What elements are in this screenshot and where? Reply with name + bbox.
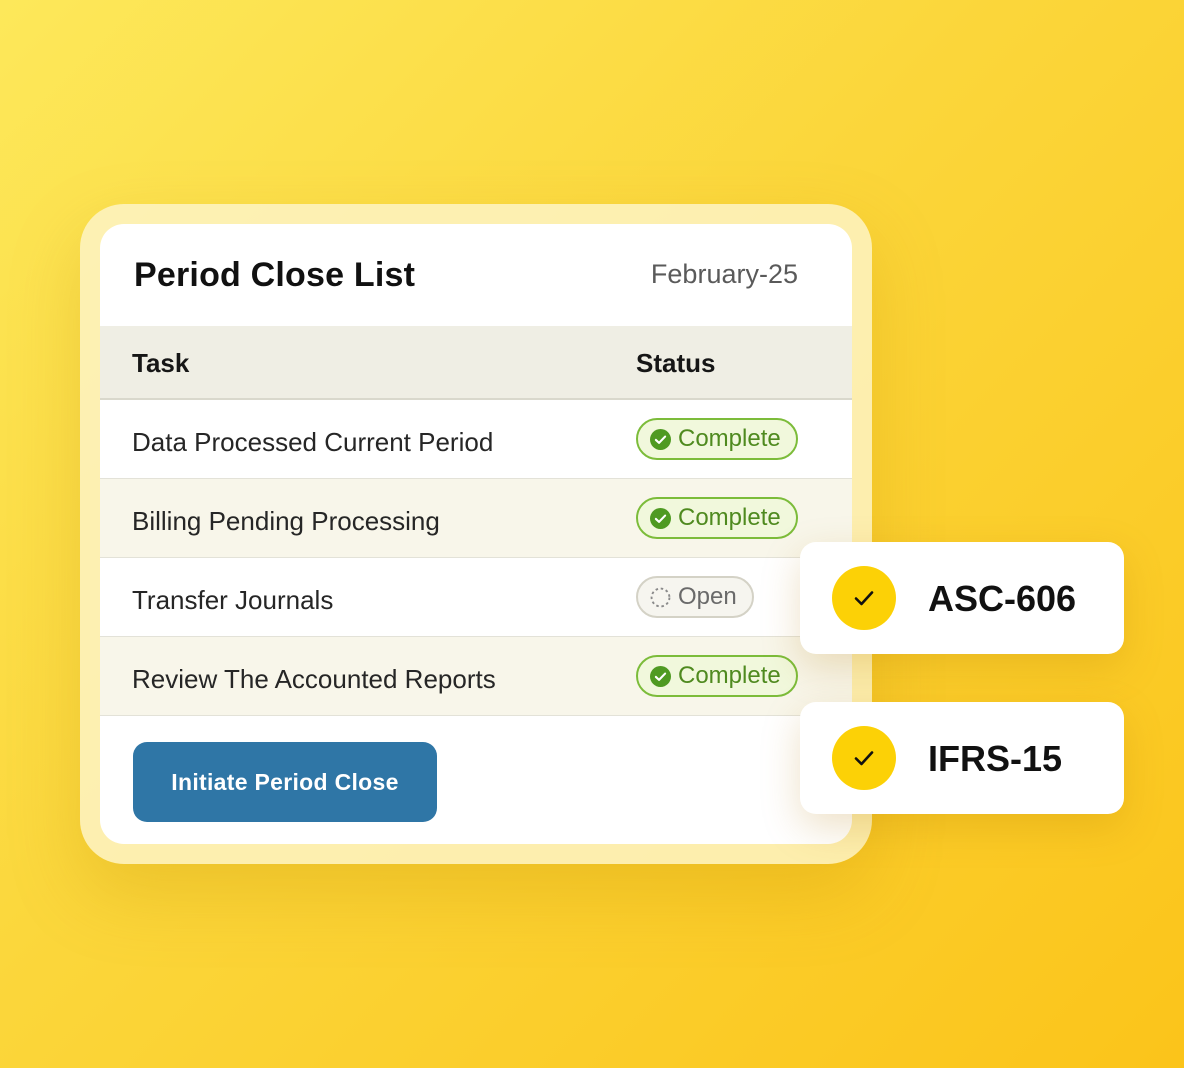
task-name: Billing Pending Processing <box>132 506 440 536</box>
table-header: Task Status <box>100 326 852 400</box>
standard-label: IFRS-15 <box>928 738 1063 779</box>
table-row[interactable]: Review The Accounted Reports Complete <box>100 637 852 716</box>
status-text: Complete <box>678 425 781 452</box>
standard-card-asc-606: ASC-606 <box>800 542 1124 654</box>
status-text: Complete <box>678 662 781 689</box>
status-text: Open <box>678 583 737 610</box>
period-label: February-25 <box>650 259 798 289</box>
table-row[interactable]: Data Processed Current Period Complete <box>100 400 852 479</box>
task-name: Transfer Journals <box>132 585 334 615</box>
task-name: Data Processed Current Period <box>132 427 494 457</box>
standard-card-ifrs-15: IFRS-15 <box>800 702 1124 814</box>
task-name: Review The Accounted Reports <box>132 664 496 694</box>
check-circle-icon <box>650 507 671 529</box>
dashed-circle-icon <box>650 587 671 607</box>
table-row[interactable]: Transfer Journals Open <box>100 558 852 637</box>
column-header-task: Task <box>132 348 190 378</box>
panel-title: Period Close List <box>134 256 416 294</box>
status-badge: Complete <box>636 418 798 460</box>
status-badge: Open <box>636 576 754 618</box>
check-icon <box>854 751 874 766</box>
column-header-status: Status <box>636 348 716 378</box>
initiate-period-close-button[interactable]: Initiate Period Close <box>133 742 437 822</box>
status-badge: Complete <box>636 655 798 697</box>
check-circle-icon <box>650 665 671 687</box>
panel-header: Period Close List February-25 <box>100 224 852 326</box>
check-icon <box>854 591 874 606</box>
period-close-panel: Period Close List February-25 Task Statu… <box>100 224 852 844</box>
table-row[interactable]: Billing Pending Processing Complete <box>100 479 852 558</box>
check-badge <box>832 566 896 630</box>
status-text: Complete <box>678 504 781 531</box>
standard-label: ASC-606 <box>928 578 1077 619</box>
check-circle-icon <box>650 428 671 450</box>
check-badge <box>832 726 896 790</box>
status-badge: Complete <box>636 497 798 539</box>
